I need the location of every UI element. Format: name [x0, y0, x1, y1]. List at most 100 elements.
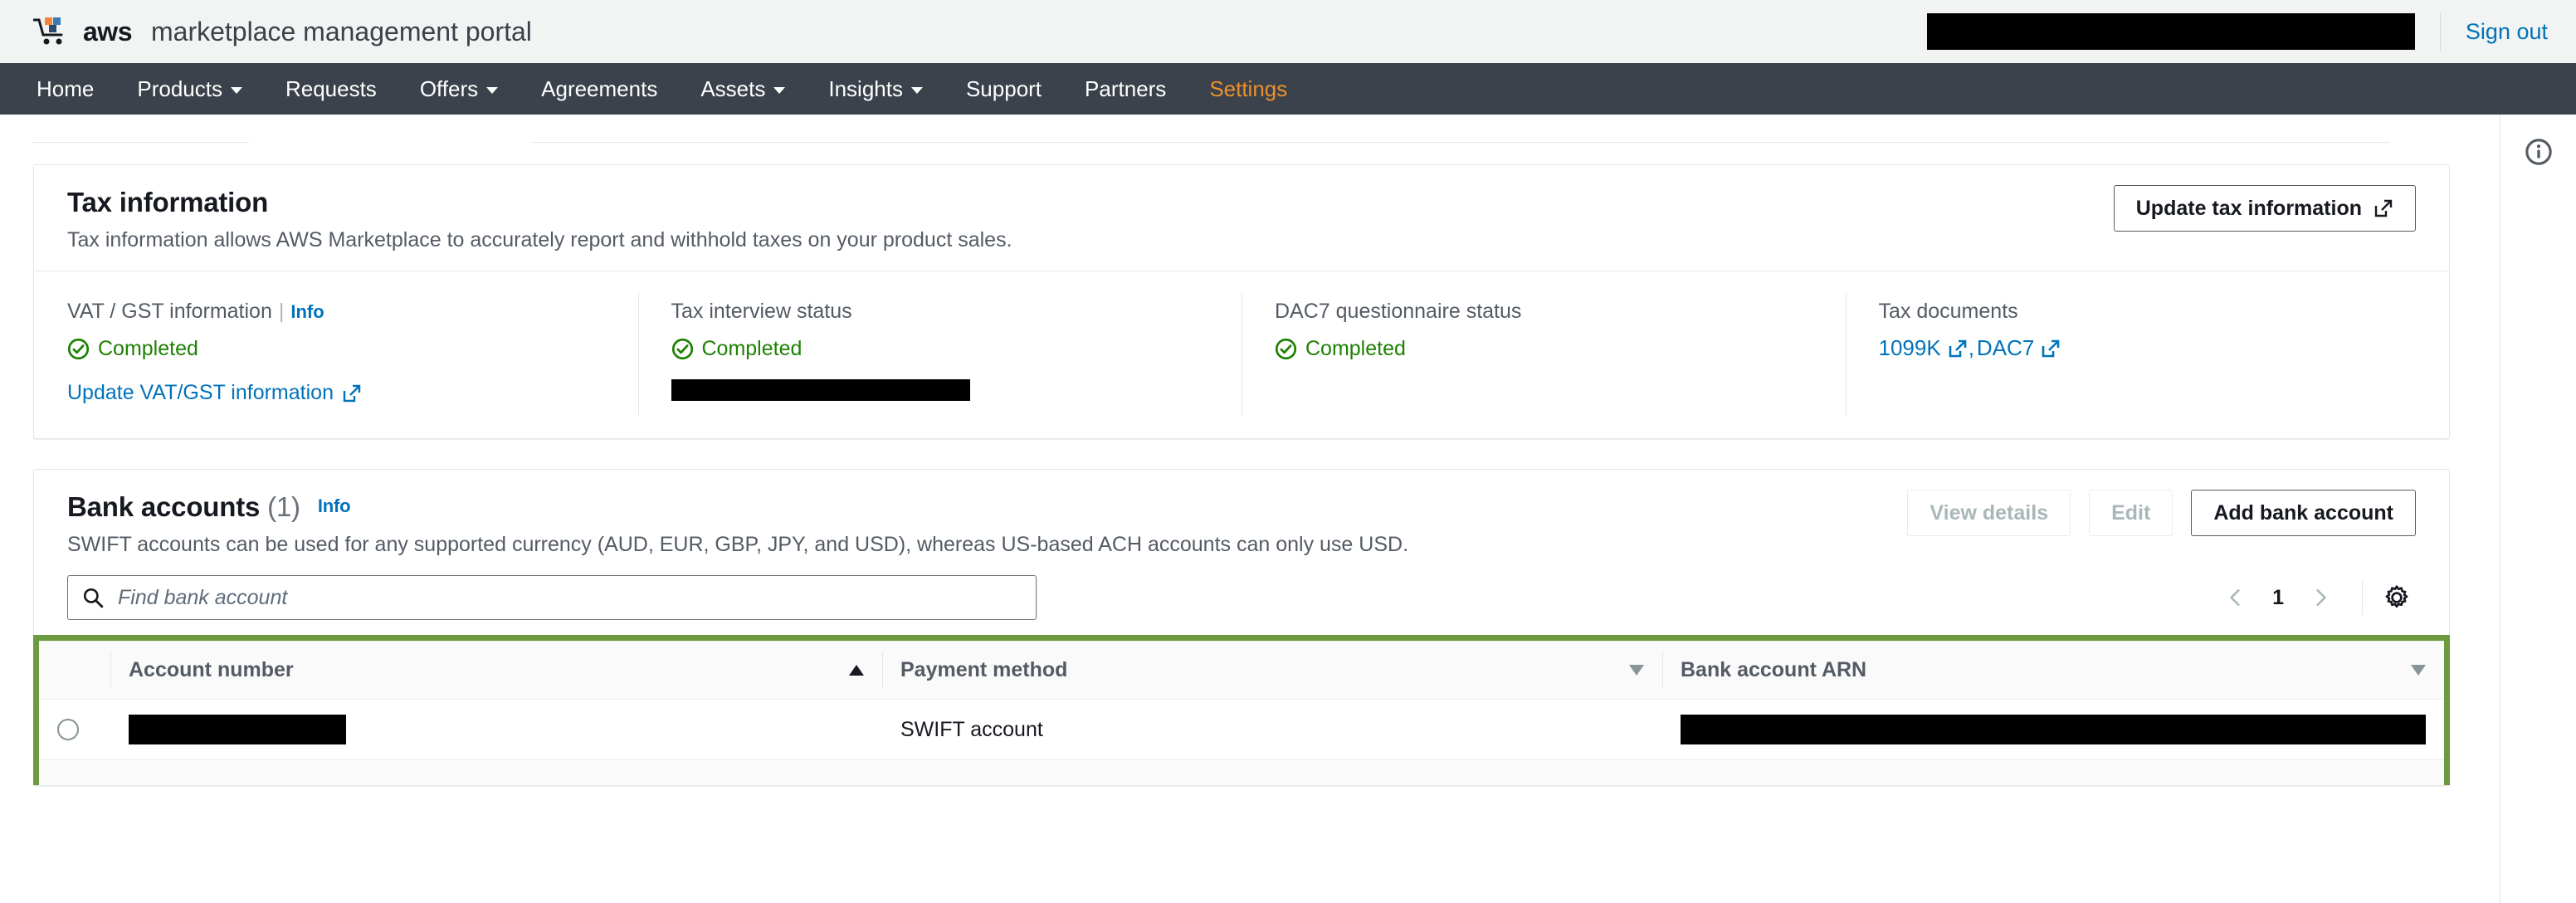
bank-table-pagination: 1 — [2214, 576, 2416, 619]
page-body: Tax information Tax information allows A… — [0, 115, 2576, 903]
bank-table-head: Account number Payment method Bank accou… — [39, 641, 2444, 700]
tax-interview-label: Tax interview status — [671, 300, 852, 323]
nav-label-agreements: Agreements — [541, 76, 658, 101]
nav-item-products[interactable]: Products — [115, 63, 264, 115]
sort-ascending-icon — [849, 665, 864, 676]
sort-descending-icon — [1629, 665, 1644, 676]
chevron-down-icon — [230, 87, 242, 94]
bank-table-toolbar: 1 — [34, 575, 2449, 635]
nav-item-agreements[interactable]: Agreements — [520, 63, 679, 115]
bank-search-input[interactable] — [67, 575, 1037, 620]
chevron-left-icon — [2230, 589, 2240, 606]
header-divider — [2439, 12, 2441, 51]
vat-status-text: Completed — [98, 337, 198, 360]
tax-documents-label: Tax documents — [1878, 300, 2018, 323]
nav-item-requests[interactable]: Requests — [264, 63, 398, 115]
bank-table-header-row: Account number Payment method Bank accou… — [39, 641, 2444, 700]
bank-card-header: Bank accounts (1) Info SWIFT accounts ca… — [34, 470, 2449, 575]
nav-label-home: Home — [37, 76, 95, 101]
nav-label-settings: Settings — [1209, 76, 1288, 101]
tax-document-dac7-label: DAC7 — [1976, 335, 2035, 360]
tax-card-description: Tax information allows AWS Marketplace t… — [67, 228, 1012, 251]
tax-document-dac7-link[interactable]: DAC7 — [1977, 335, 2061, 361]
bank-card-actions: View details Edit Add bank account — [1907, 490, 2416, 536]
tax-column-dac7: DAC7 questionnaire status Completed — [1242, 293, 1846, 415]
nav-item-home[interactable]: Home — [15, 63, 115, 115]
brand-logo[interactable]: aws marketplace management portal — [33, 15, 532, 48]
nav-item-insights[interactable]: Insights — [807, 63, 944, 115]
nav-item-settings[interactable]: Settings — [1188, 63, 1309, 115]
vat-info-link[interactable]: Info — [290, 301, 324, 322]
column-label-payment-method: Payment method — [900, 658, 1068, 681]
add-bank-account-label: Add bank account — [2213, 501, 2393, 525]
vat-status-row: Completed — [67, 337, 605, 361]
bank-account-arn-redacted — [1681, 715, 2426, 744]
tax-interview-status-row: Completed — [671, 337, 1209, 361]
view-details-button[interactable]: View details — [1907, 490, 2071, 536]
sort-descending-icon — [2411, 665, 2426, 676]
add-bank-account-button[interactable]: Add bank account — [2191, 490, 2416, 536]
search-icon — [83, 588, 104, 608]
nav-item-offers[interactable]: Offers — [398, 63, 520, 115]
nav-label-partners: Partners — [1085, 76, 1167, 101]
active-tab-gap — [249, 139, 531, 144]
brand-aws-text: aws — [83, 16, 132, 46]
chevron-down-icon — [910, 87, 923, 94]
dac7-status-text: Completed — [1305, 337, 1406, 360]
column-header-account-number[interactable]: Account number — [110, 641, 882, 700]
table-row[interactable]: SWIFT account — [39, 699, 2444, 760]
nav-label-offers: Offers — [419, 76, 479, 101]
nav-item-partners[interactable]: Partners — [1063, 63, 1188, 115]
bank-table-footer-strip — [39, 760, 2444, 785]
tax-card-title: Tax information — [67, 187, 269, 217]
pagination-next-button[interactable] — [2299, 576, 2342, 619]
update-vat-gst-label: Update VAT/GST information — [67, 381, 334, 404]
column-header-select — [39, 641, 110, 700]
update-tax-information-button[interactable]: Update tax information — [2113, 185, 2416, 232]
help-panel-rail — [2500, 115, 2576, 903]
main-navigation-bar: Home Products Requests Offers Agreements… — [0, 63, 2576, 115]
bank-accounts-table: Account number Payment method Bank accou… — [39, 641, 2444, 760]
column-header-bank-account-arn[interactable]: Bank account ARN — [1662, 641, 2444, 700]
pagination-previous-button[interactable] — [2214, 576, 2257, 619]
label-pipe: | — [278, 300, 285, 323]
edit-label: Edit — [2111, 501, 2151, 525]
tax-card-actions: Update tax information — [2113, 185, 2416, 232]
bank-search-box — [67, 575, 1037, 620]
tax-interview-status-text: Completed — [701, 337, 803, 360]
tax-document-1099k-label: 1099K — [1878, 335, 1941, 360]
dac7-status-row: Completed — [1275, 337, 1812, 361]
bank-table-highlight-frame: Account number Payment method Bank accou… — [33, 635, 2450, 785]
row-radio-button[interactable] — [57, 719, 79, 740]
tax-documents-links: 1099K , DAC7 — [1879, 335, 2417, 361]
nav-item-assets[interactable]: Assets — [679, 63, 807, 115]
tax-card-header: Tax information Tax information allows A… — [34, 165, 2449, 271]
nav-item-support[interactable]: Support — [944, 63, 1063, 115]
top-header-bar: aws marketplace management portal Sign o… — [0, 0, 2576, 63]
chevron-down-icon — [773, 87, 786, 94]
tax-column-documents: Tax documents 1099K , DAC7 — [1845, 293, 2450, 415]
tax-document-1099k-link[interactable]: 1099K — [1879, 335, 1968, 361]
status-check-icon — [671, 338, 693, 360]
update-vat-gst-link[interactable]: Update VAT/GST information — [67, 381, 362, 405]
sign-out-link[interactable]: Sign out — [2466, 19, 2548, 45]
bank-accounts-info-link[interactable]: Info — [318, 495, 351, 516]
view-details-label: View details — [1930, 501, 2049, 525]
pagination-divider — [2362, 580, 2363, 615]
marketplace-cart-icon — [33, 17, 63, 45]
status-check-icon — [1275, 338, 1297, 360]
status-check-icon — [67, 338, 90, 360]
bank-accounts-count: (1) — [267, 491, 300, 522]
column-header-payment-method[interactable]: Payment method — [882, 641, 1662, 700]
info-icon[interactable] — [2525, 138, 2553, 166]
nav-label-products: Products — [137, 76, 222, 101]
row-bank-account-arn-cell — [1662, 699, 2444, 760]
edit-button[interactable]: Edit — [2089, 490, 2174, 536]
nav-label-assets: Assets — [700, 76, 766, 101]
pagination-page-1[interactable]: 1 — [2257, 586, 2299, 610]
chevron-right-icon — [2316, 589, 2326, 606]
nav-label-support: Support — [965, 76, 1042, 101]
bank-card-description: SWIFT accounts can be used for any suppo… — [67, 533, 1409, 556]
table-preferences-button[interactable] — [2378, 578, 2416, 617]
tax-information-card: Tax information Tax information allows A… — [33, 164, 2450, 439]
